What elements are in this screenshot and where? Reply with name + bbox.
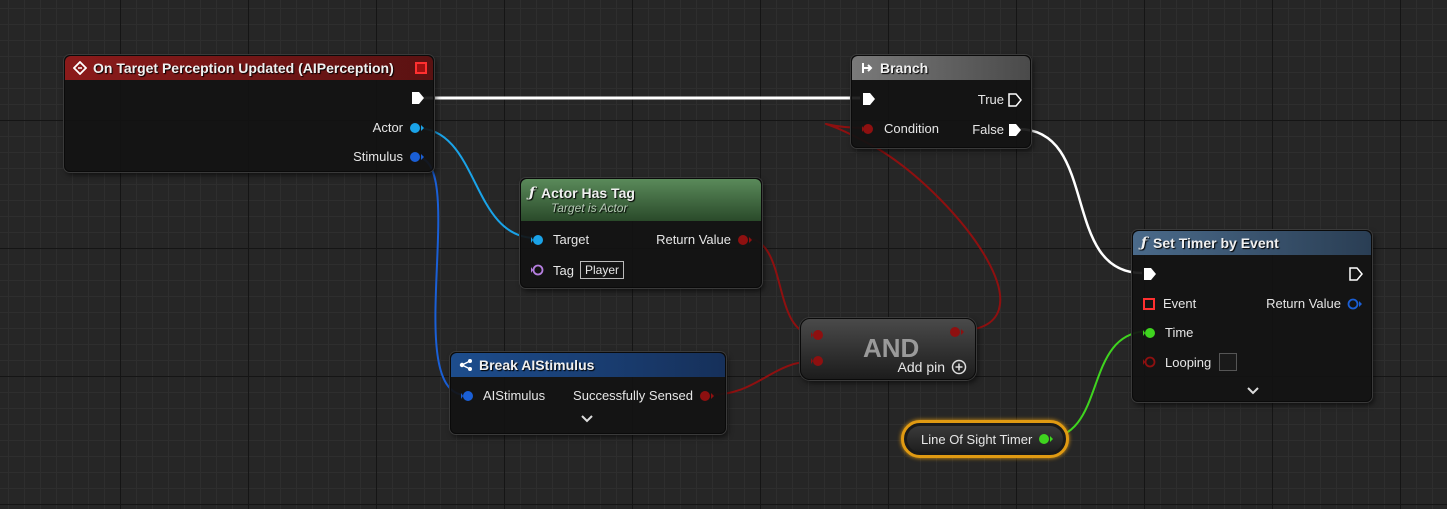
and-in-a-icon[interactable] — [811, 329, 827, 341]
true-pin-label: True — [977, 92, 1004, 107]
and-in-pin-a[interactable] — [811, 329, 827, 341]
and-out-icon[interactable] — [949, 326, 965, 338]
target-pin-label: Target — [553, 232, 590, 247]
variable-label: Line Of Sight Timer — [921, 431, 1033, 447]
object-wire-actor-target — [415, 127, 537, 239]
timer-expand-chevron-icon[interactable] — [1247, 383, 1259, 399]
exec-in-icon[interactable] — [862, 92, 876, 106]
add-pin-label: Add pin — [897, 359, 945, 375]
aistimulus-in-icon[interactable] — [461, 390, 477, 402]
and-node[interactable]: AND Add pin — [800, 318, 976, 380]
event-delegate-icon[interactable] — [1143, 297, 1155, 310]
timer-exec-in-icon[interactable] — [1143, 267, 1157, 281]
exec-wire-false-timer — [1017, 127, 1143, 275]
successfully-sensed-icon[interactable] — [699, 390, 715, 402]
aistimulus-in-label: AIStimulus — [483, 388, 546, 403]
event-node-title: On Target Perception Updated (AIPercepti… — [93, 60, 394, 76]
actor-has-tag-node[interactable]: ƒ Actor Has Tag Target is Actor Target R… — [520, 178, 762, 288]
branch-node-header[interactable]: Branch — [852, 56, 1030, 80]
successfully-sensed-pin[interactable]: Successfully Sensed — [573, 388, 715, 403]
timer-exec-in-pin[interactable] — [1143, 267, 1157, 281]
actor-pin[interactable]: Actor — [373, 120, 425, 135]
exec-false-icon[interactable] — [1008, 123, 1022, 137]
and-in-b-icon[interactable] — [811, 355, 827, 367]
timer-return-pin[interactable]: Return Value — [1266, 296, 1363, 311]
condition-pin-icon[interactable] — [862, 123, 878, 135]
branch-node-title: Branch — [880, 60, 929, 76]
target-pin-icon[interactable] — [531, 234, 547, 246]
stimulus-pin-icon[interactable] — [409, 151, 425, 163]
break-expand-chevron-icon[interactable] — [581, 411, 593, 427]
actor-has-tag-subtitle: Target is Actor — [551, 201, 628, 215]
target-pin[interactable]: Target — [531, 232, 589, 247]
set-timer-node[interactable]: ƒ Set Timer by Event Event Return Value … — [1132, 230, 1372, 402]
line-of-sight-timer-variable[interactable]: Line Of Sight Timer — [901, 420, 1069, 458]
looping-checkbox[interactable] — [1219, 353, 1238, 371]
set-timer-header[interactable]: ƒ Set Timer by Event — [1133, 231, 1371, 255]
tag-pin[interactable]: Tag Player — [531, 261, 624, 279]
false-pin-label: False — [972, 122, 1004, 137]
tag-pin-icon[interactable] — [531, 264, 547, 276]
timer-exec-out-pin[interactable] — [1349, 267, 1363, 281]
event-diamond-icon — [73, 61, 87, 75]
time-pin-label: Time — [1165, 325, 1194, 340]
branch-icon — [860, 61, 874, 75]
condition-pin[interactable]: Condition — [862, 121, 939, 136]
actor-pin-icon[interactable] — [409, 122, 425, 134]
exec-out-icon[interactable] — [411, 91, 425, 105]
actor-has-tag-title: Actor Has Tag — [541, 185, 635, 201]
looping-pin-label: Looping — [1165, 354, 1212, 370]
has-tag-return-pin[interactable]: Return Value — [656, 232, 753, 247]
event-exec-out-pin[interactable] — [411, 91, 425, 105]
add-pin-plus-icon[interactable] — [951, 359, 967, 375]
actor-has-tag-header[interactable]: ƒ Actor Has Tag Target is Actor — [521, 179, 761, 221]
timer-exec-out-icon[interactable] — [1349, 267, 1363, 281]
event-node[interactable]: On Target Perception Updated (AIPercepti… — [64, 55, 434, 172]
bool-wire-and-condition — [824, 122, 1002, 332]
has-tag-return-label: Return Value — [656, 232, 731, 247]
timer-return-icon[interactable] — [1347, 298, 1363, 310]
tag-value-input[interactable]: Player — [579, 261, 624, 279]
branch-exec-in-pin[interactable] — [862, 92, 876, 106]
break-aistimulus-node[interactable]: Break AIStimulus AIStimulus Successfully… — [450, 352, 726, 434]
actor-pin-label: Actor — [372, 120, 403, 135]
stimulus-pin-label: Stimulus — [353, 149, 403, 164]
variable-out-icon[interactable] — [1038, 433, 1054, 445]
event-pin-label: Event — [1163, 296, 1197, 311]
break-node-header[interactable]: Break AIStimulus — [451, 353, 725, 377]
and-out-pin[interactable] — [949, 326, 965, 338]
branch-node[interactable]: Branch True Condition False — [851, 55, 1031, 148]
looping-pin[interactable]: Looping — [1143, 353, 1238, 371]
and-in-pin-b[interactable] — [811, 355, 827, 367]
delegate-pin-icon[interactable] — [415, 62, 427, 74]
false-pin[interactable]: False — [972, 122, 1022, 137]
timer-return-label: Return Value — [1266, 296, 1341, 311]
set-timer-title: Set Timer by Event — [1153, 235, 1279, 251]
add-pin-button[interactable]: Add pin — [898, 359, 967, 375]
exec-true-icon[interactable] — [1008, 92, 1022, 107]
has-tag-return-icon[interactable] — [737, 234, 753, 246]
function-icon: ƒ — [1141, 235, 1148, 251]
function-icon: ƒ — [529, 185, 536, 201]
event-pin[interactable]: Event — [1143, 296, 1196, 311]
break-struct-icon — [459, 358, 473, 372]
event-node-header[interactable]: On Target Perception Updated (AIPercepti… — [65, 56, 433, 80]
condition-pin-label: Condition — [884, 121, 939, 136]
aistimulus-in-pin[interactable]: AIStimulus — [461, 388, 545, 403]
break-node-title: Break AIStimulus — [479, 357, 595, 373]
true-pin[interactable]: True — [978, 92, 1022, 107]
tag-pin-label: Tag — [553, 262, 574, 278]
looping-pin-icon[interactable] — [1143, 356, 1159, 368]
time-pin[interactable]: Time — [1143, 325, 1193, 340]
stimulus-pin[interactable]: Stimulus — [353, 149, 425, 164]
time-pin-icon[interactable] — [1143, 327, 1159, 339]
successfully-sensed-label: Successfully Sensed — [573, 388, 693, 403]
